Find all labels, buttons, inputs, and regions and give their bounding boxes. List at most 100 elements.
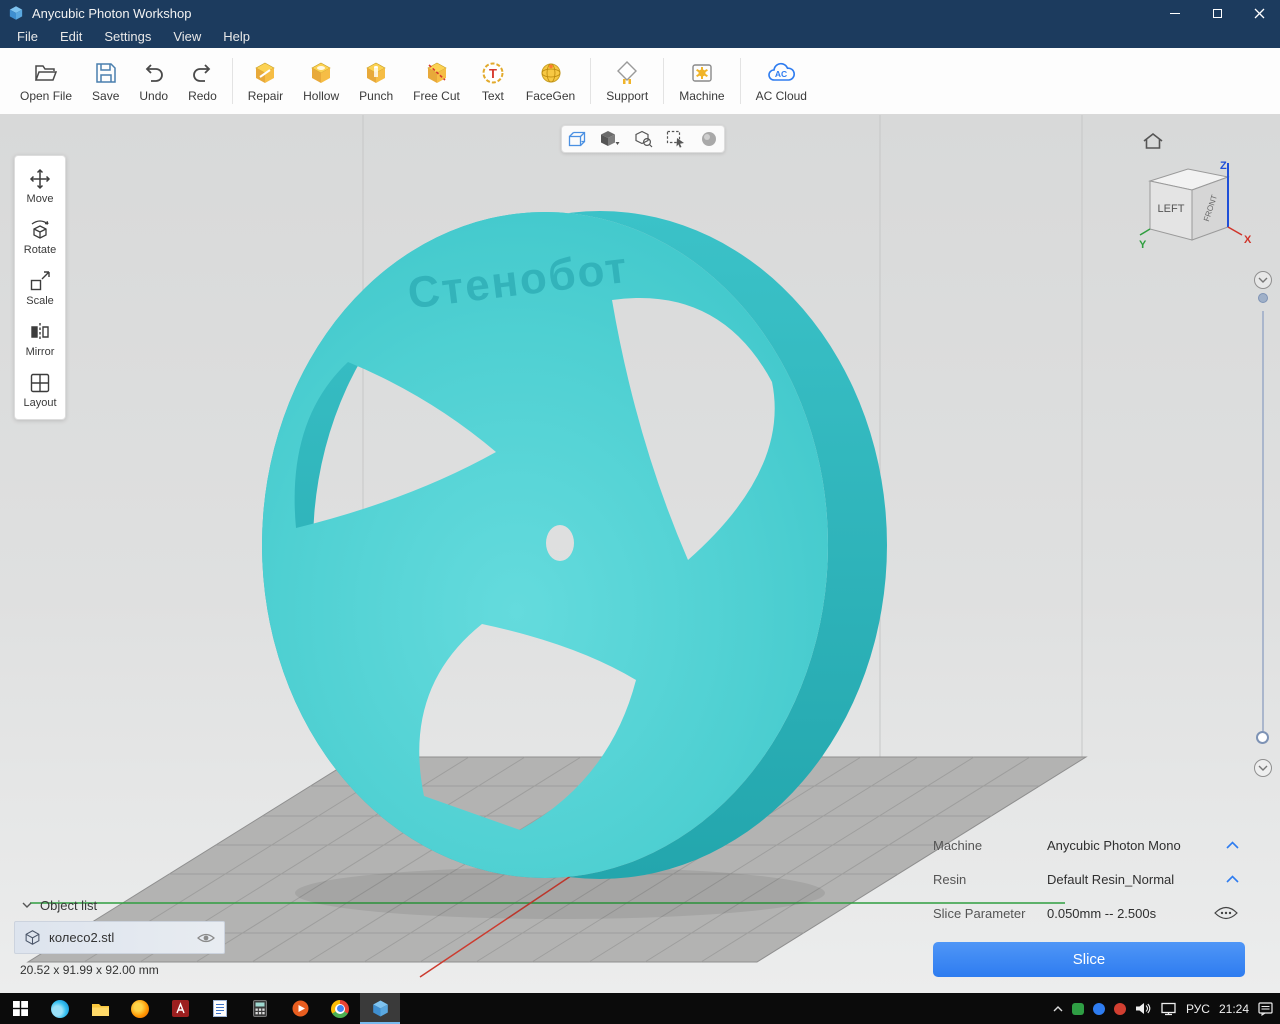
- layout-tool[interactable]: Layout: [15, 364, 65, 415]
- rotate-tool[interactable]: Rotate: [15, 211, 65, 262]
- home-view-button[interactable]: [1142, 131, 1164, 156]
- open-file-button[interactable]: Open File: [10, 60, 82, 103]
- menu-file[interactable]: File: [6, 26, 49, 48]
- taskbar-chrome[interactable]: [320, 993, 360, 1024]
- object-list-header[interactable]: Object list: [14, 895, 254, 915]
- menu-view[interactable]: View: [162, 26, 212, 48]
- photon-workshop-icon: [371, 999, 390, 1018]
- zoom-in-button[interactable]: [1254, 271, 1272, 289]
- mirror-tool[interactable]: Mirror: [15, 313, 65, 364]
- visibility-eye-icon[interactable]: [197, 932, 215, 944]
- slider-track[interactable]: [1262, 311, 1264, 731]
- ac-cloud-icon: AC: [766, 60, 796, 86]
- x-axis: [1228, 227, 1242, 235]
- menu-help[interactable]: Help: [212, 26, 261, 48]
- toolbar-separator: [740, 58, 741, 104]
- clock[interactable]: 21:24: [1219, 1002, 1249, 1016]
- resin-label: Resin: [933, 872, 1047, 887]
- resin-collapse-icon[interactable]: [1226, 875, 1239, 883]
- taskbar-photon-workshop[interactable]: [360, 993, 400, 1024]
- windows-start-icon: [13, 1001, 28, 1016]
- scale-tool[interactable]: Scale: [15, 262, 65, 313]
- red-app-icon: [172, 1000, 189, 1017]
- chrome-icon: [331, 1000, 349, 1018]
- save-button[interactable]: Save: [82, 60, 129, 103]
- menu-edit[interactable]: Edit: [49, 26, 93, 48]
- taskbar-app-media[interactable]: [280, 993, 320, 1024]
- light-icon[interactable]: [699, 130, 719, 148]
- folder-icon: [91, 1001, 110, 1017]
- hollow-button[interactable]: Hollow: [293, 60, 349, 103]
- punch-button[interactable]: Punch: [349, 60, 403, 103]
- machine-value: Anycubic Photon Mono: [1047, 838, 1226, 853]
- taskbar-explorer[interactable]: [80, 993, 120, 1024]
- machine-button[interactable]: Machine: [669, 60, 734, 103]
- move-tool[interactable]: Move: [15, 160, 65, 211]
- slice-parameter-row[interactable]: Slice Parameter 0.050mm -- 2.500s: [933, 903, 1245, 923]
- minimize-button[interactable]: [1154, 0, 1196, 26]
- language-indicator[interactable]: РУС: [1186, 1002, 1210, 1016]
- fit-view-icon[interactable]: [633, 130, 653, 148]
- svg-text:AC: AC: [775, 69, 787, 79]
- network-icon[interactable]: [1161, 1002, 1177, 1016]
- redo-button[interactable]: Redo: [178, 60, 227, 103]
- machine-collapse-icon[interactable]: [1226, 841, 1239, 849]
- slider-knob-top[interactable]: [1258, 293, 1268, 303]
- taskbar-calculator[interactable]: [240, 993, 280, 1024]
- punch-icon: [363, 60, 389, 86]
- media-app-icon: [292, 1000, 309, 1017]
- slice-button[interactable]: Slice: [933, 942, 1245, 977]
- repair-button[interactable]: Repair: [238, 60, 293, 103]
- tray-app-icon[interactable]: [1114, 1003, 1126, 1015]
- action-center-icon[interactable]: [1258, 1002, 1274, 1016]
- orientation-cube[interactable]: LEFT FRONT Z X Y: [1138, 155, 1253, 265]
- menu-bar: File Edit Settings View Help: [0, 26, 1280, 48]
- slider-knob[interactable]: [1256, 731, 1269, 744]
- maximize-button[interactable]: [1196, 0, 1238, 26]
- taskbar-app-red[interactable]: [160, 993, 200, 1024]
- undo-button[interactable]: Undo: [129, 60, 178, 103]
- taskbar: РУС 21:24: [0, 993, 1280, 1024]
- document-app-icon: [213, 1000, 227, 1017]
- free-cut-button[interactable]: Free Cut: [403, 60, 470, 103]
- scale-icon: [28, 269, 52, 293]
- object-list-title: Object list: [40, 898, 97, 913]
- view-projection-icon[interactable]: [567, 130, 587, 148]
- toolbar-separator: [232, 58, 233, 104]
- redo-icon: [189, 60, 215, 86]
- view-options-toolbar: [561, 125, 725, 153]
- toolbar-separator: [663, 58, 664, 104]
- object-list-item[interactable]: колесо2.stl: [14, 921, 225, 954]
- svg-text:T: T: [489, 66, 497, 81]
- text-button[interactable]: T Text: [470, 60, 516, 103]
- ac-cloud-button[interactable]: AC AC Cloud: [746, 60, 817, 103]
- tray-sync-icon[interactable]: [1093, 1003, 1105, 1015]
- app-window: Anycubic Photon Workshop File Edit Setti…: [0, 0, 1280, 1024]
- window-title: Anycubic Photon Workshop: [32, 6, 191, 21]
- support-button[interactable]: Support: [596, 60, 658, 103]
- select-icon[interactable]: [666, 130, 686, 148]
- object-name: колесо2.stl: [49, 930, 189, 945]
- taskbar-edge[interactable]: [40, 993, 80, 1024]
- y-axis: [1140, 229, 1150, 235]
- taskbar-firefox[interactable]: [120, 993, 160, 1024]
- zoom-out-button[interactable]: [1254, 759, 1272, 777]
- main-toolbar: Open File Save Undo Redo Repair Hollow P…: [0, 48, 1280, 115]
- zoom-slider: [1251, 271, 1275, 791]
- render-mode-icon[interactable]: [600, 130, 620, 148]
- slice-parameter-icon[interactable]: [1213, 905, 1239, 921]
- close-button[interactable]: [1238, 0, 1280, 26]
- layout-icon: [28, 371, 52, 395]
- save-icon: [93, 60, 119, 86]
- start-button[interactable]: [0, 993, 40, 1024]
- object-list-panel: Object list колесо2.stl 20.52 x 91.99 x …: [14, 895, 254, 977]
- tray-shield-icon[interactable]: [1072, 1003, 1084, 1015]
- close-icon: [1254, 8, 1265, 19]
- resin-row[interactable]: Resin Default Resin_Normal: [933, 869, 1245, 889]
- menu-settings[interactable]: Settings: [93, 26, 162, 48]
- tray-expand-icon[interactable]: [1053, 1005, 1063, 1012]
- facegen-button[interactable]: FaceGen: [516, 60, 585, 103]
- machine-row[interactable]: Machine Anycubic Photon Mono: [933, 835, 1245, 855]
- taskbar-app-document[interactable]: [200, 993, 240, 1024]
- volume-icon[interactable]: [1135, 1002, 1152, 1015]
